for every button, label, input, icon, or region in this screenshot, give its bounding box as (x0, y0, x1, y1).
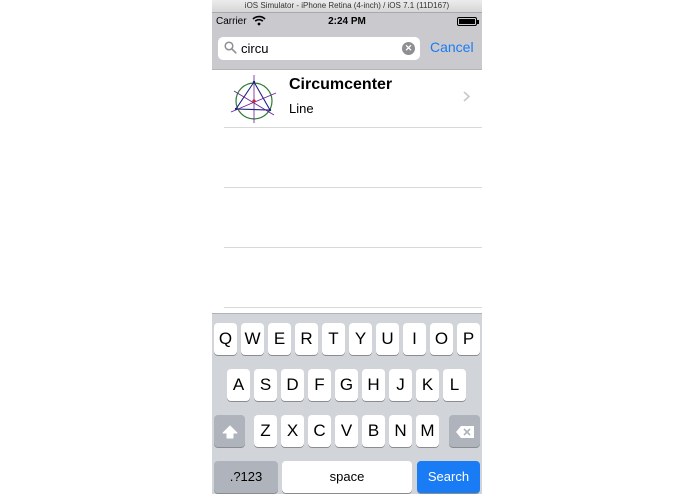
key-k[interactable]: K (416, 369, 439, 401)
key-g[interactable]: G (335, 369, 358, 401)
cancel-button[interactable]: Cancel (430, 39, 474, 55)
search-icon (224, 41, 237, 54)
search-field[interactable]: ✕ (218, 37, 420, 60)
result-title: Circumcenter (289, 76, 393, 93)
key-e[interactable]: E (268, 323, 291, 355)
key-w[interactable]: W (241, 323, 264, 355)
search-key[interactable]: Search (417, 461, 480, 493)
key-i[interactable]: I (403, 323, 426, 355)
clear-search-icon[interactable]: ✕ (402, 42, 415, 55)
row-separator (224, 187, 482, 188)
key-j[interactable]: J (389, 369, 412, 401)
backspace-icon (455, 425, 474, 438)
search-results-list: Circumcenter Line (212, 70, 482, 315)
key-r[interactable]: R (295, 323, 318, 355)
key-b[interactable]: B (362, 415, 385, 447)
search-input[interactable] (241, 39, 401, 58)
key-n[interactable]: N (389, 415, 412, 447)
key-a[interactable]: A (227, 369, 250, 401)
key-v[interactable]: V (335, 415, 358, 447)
key-f[interactable]: F (308, 369, 331, 401)
key-u[interactable]: U (376, 323, 399, 355)
row-separator (224, 307, 482, 308)
result-row-circumcenter[interactable]: Circumcenter Line (212, 70, 482, 127)
row-separator (224, 247, 482, 248)
result-subtitle: Line (289, 101, 314, 116)
status-bar: Carrier 2:24 PM (212, 13, 482, 31)
key-q[interactable]: Q (214, 323, 237, 355)
key-d[interactable]: D (281, 369, 304, 401)
shift-icon (222, 425, 237, 439)
row-separator (224, 127, 482, 128)
key-h[interactable]: H (362, 369, 385, 401)
key-y[interactable]: Y (349, 323, 372, 355)
key-z[interactable]: Z (254, 415, 277, 447)
key-s[interactable]: S (254, 369, 277, 401)
keyboard: Q W E R T Y U I O P A S D F G H J K L Z … (212, 313, 482, 494)
key-m[interactable]: M (416, 415, 439, 447)
circumcenter-thumbnail (230, 75, 277, 123)
space-key[interactable]: space (282, 461, 412, 493)
delete-key[interactable] (449, 415, 480, 447)
status-time: 2:24 PM (328, 16, 366, 27)
key-p[interactable]: P (457, 323, 480, 355)
numbers-key[interactable]: .?123 (214, 461, 278, 493)
simulator-window-title: iOS Simulator - iPhone Retina (4-inch) /… (212, 0, 482, 13)
key-l[interactable]: L (443, 369, 466, 401)
shift-key[interactable] (214, 415, 245, 447)
search-bar: ✕ Cancel (212, 31, 482, 70)
key-o[interactable]: O (430, 323, 453, 355)
key-x[interactable]: X (281, 415, 304, 447)
battery-icon (457, 17, 479, 26)
phone-screen: Carrier 2:24 PM ✕ Cancel (212, 13, 482, 494)
key-c[interactable]: C (308, 415, 331, 447)
key-t[interactable]: T (322, 323, 345, 355)
chevron-right-icon (463, 91, 470, 102)
